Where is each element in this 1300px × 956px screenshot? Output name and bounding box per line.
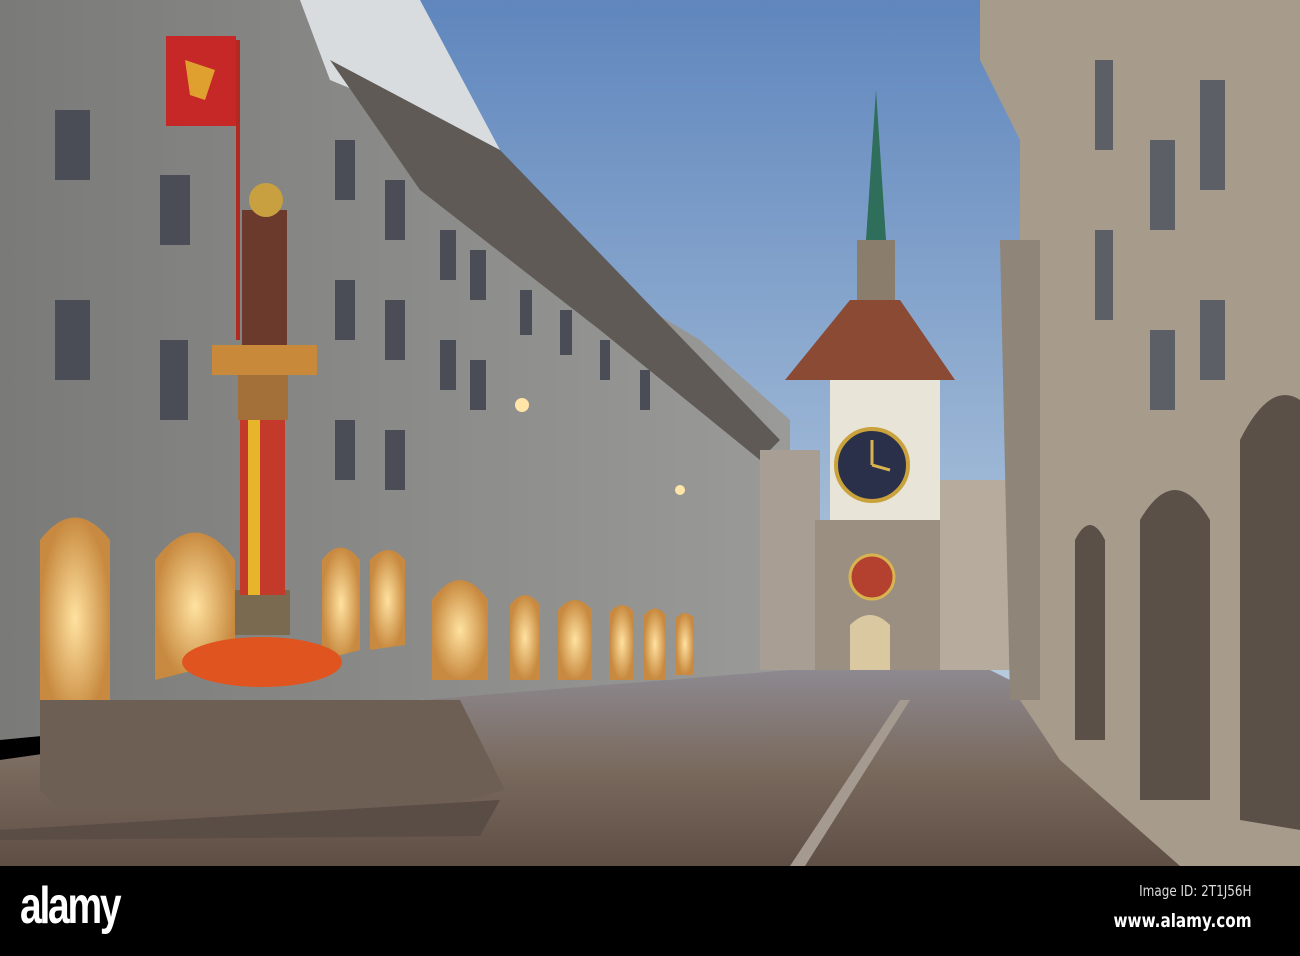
alamy-logo: alamy [20,877,122,935]
background-building [935,480,1015,670]
watermark-bar: alamy Image ID: 2T1J56H www.alamy.com [0,866,1300,956]
street-photo [0,0,1300,866]
website-link: www.alamy.com [1113,910,1252,932]
background-building [760,450,820,670]
image-id: Image ID: 2T1J56H [1139,882,1252,900]
